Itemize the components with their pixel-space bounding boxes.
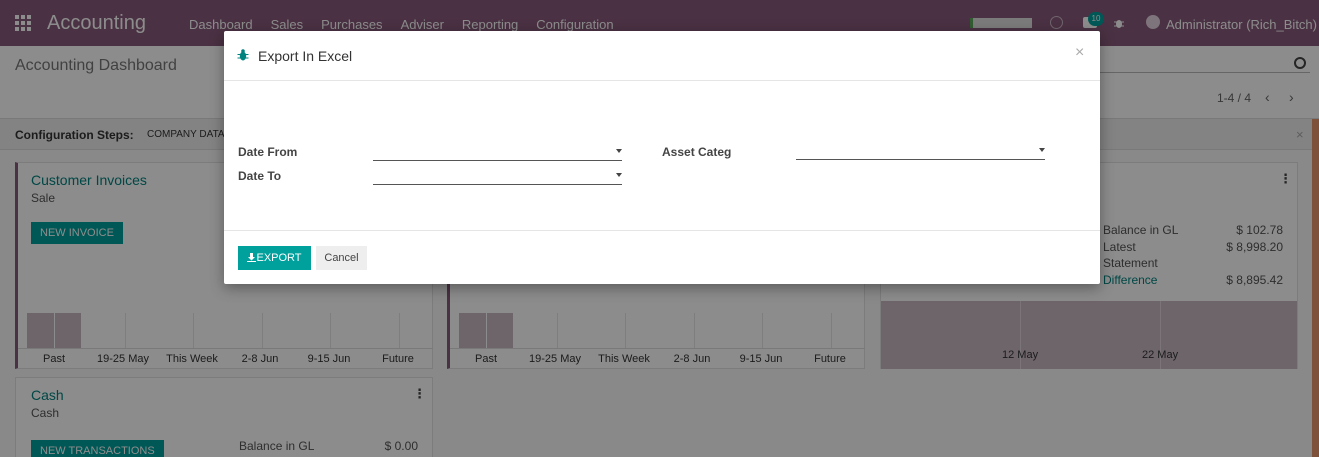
chevron-down-icon bbox=[1039, 148, 1045, 152]
chevron-down-icon bbox=[616, 149, 622, 153]
date-to-label: Date To bbox=[238, 169, 282, 183]
modal-close-button[interactable]: × bbox=[1075, 44, 1084, 62]
date-from-label: Date From bbox=[238, 145, 298, 159]
chevron-down-icon bbox=[616, 173, 622, 177]
export-button-label: EXPORT bbox=[256, 252, 302, 264]
export-excel-dialog: Export In Excel × Date From Date To Asse… bbox=[224, 31, 1100, 284]
modal-title: Export In Excel bbox=[258, 48, 353, 64]
date-from-field[interactable] bbox=[373, 143, 622, 161]
asset-categ-field[interactable] bbox=[796, 142, 1045, 160]
date-to-field[interactable] bbox=[373, 167, 622, 185]
export-button[interactable]: EXPORT bbox=[238, 246, 311, 270]
asset-categ-label: Asset Categ bbox=[662, 145, 732, 159]
bug-icon bbox=[237, 48, 249, 62]
cancel-button[interactable]: Cancel bbox=[316, 246, 367, 270]
modal-footer: EXPORT Cancel bbox=[224, 230, 1100, 284]
modal-header: Export In Excel × bbox=[224, 31, 1100, 81]
